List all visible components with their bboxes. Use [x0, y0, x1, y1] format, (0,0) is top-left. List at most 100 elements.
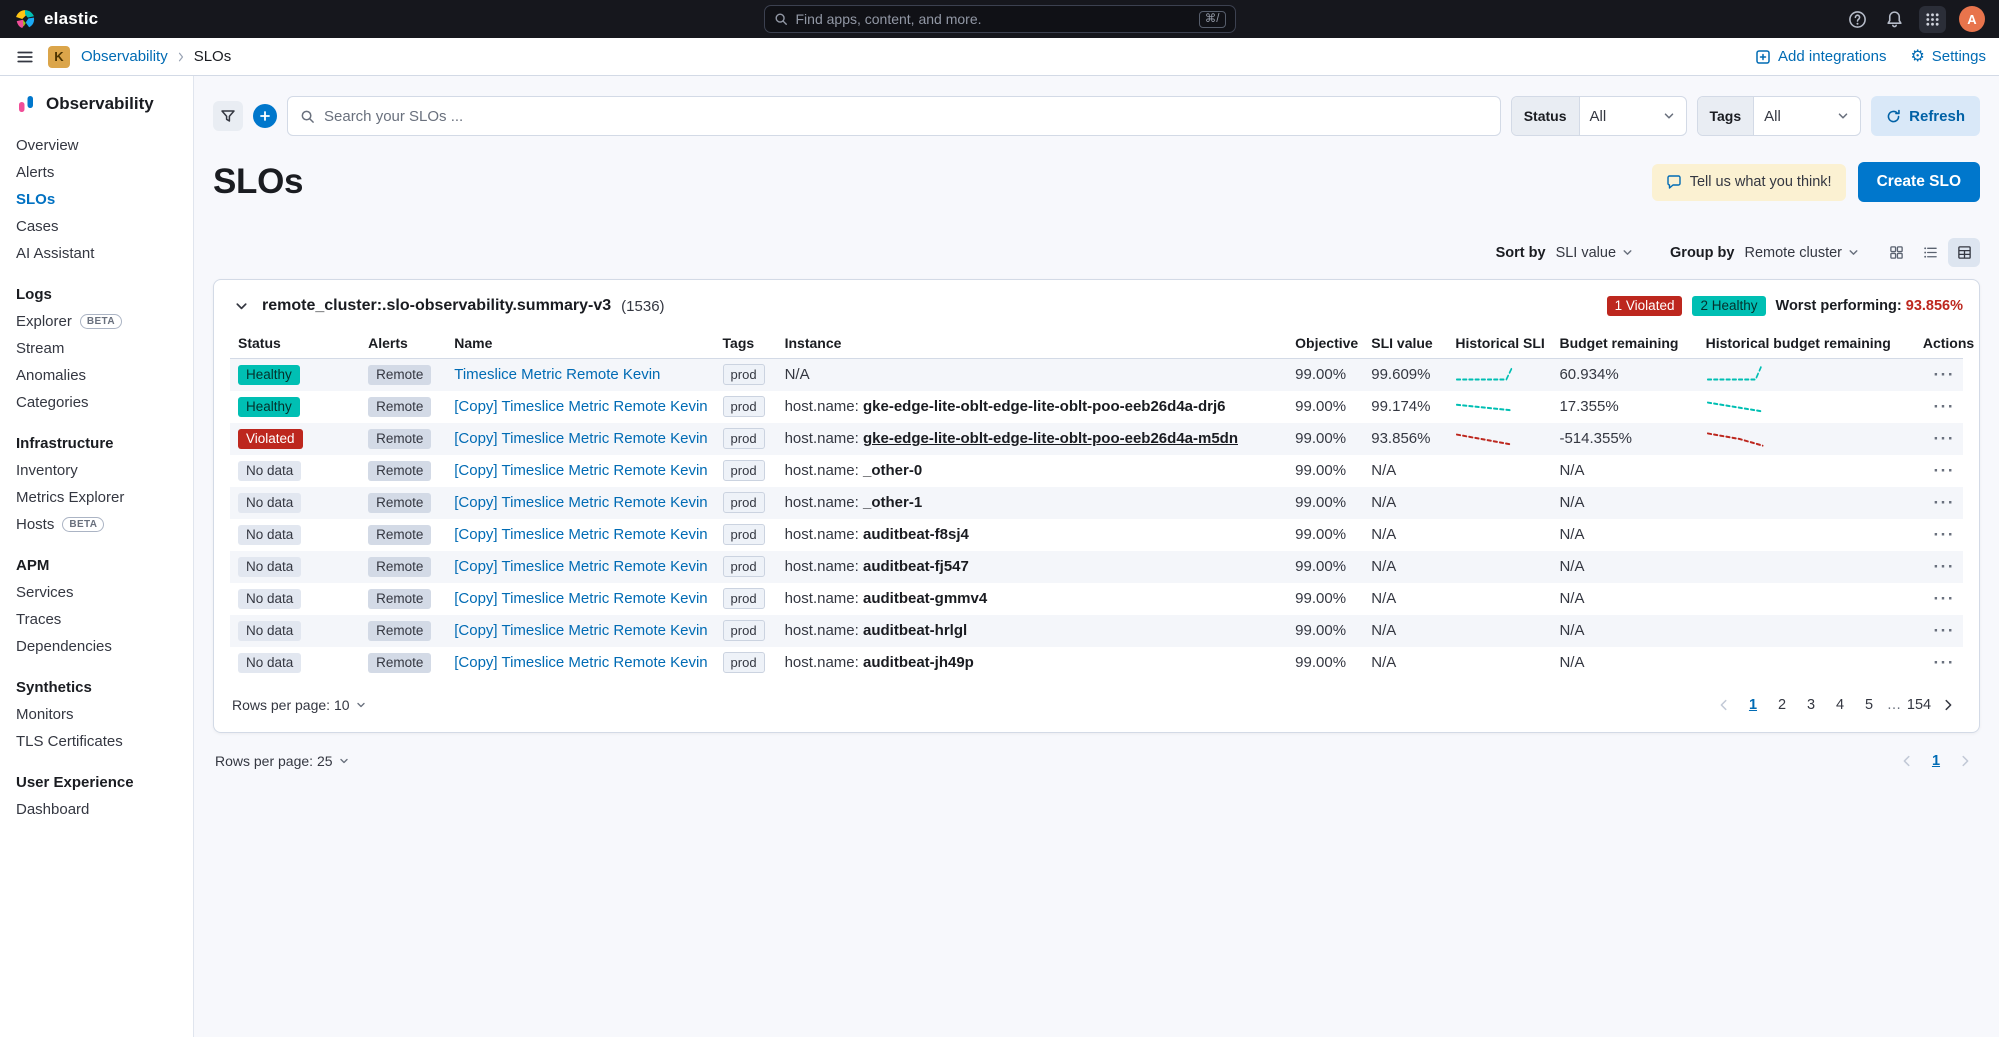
tag-badge[interactable]: prod	[723, 492, 765, 513]
tag-badge[interactable]: prod	[723, 588, 765, 609]
sidebar-item-metrics-explorer[interactable]: Metrics Explorer	[0, 484, 193, 511]
tag-badge[interactable]: prod	[723, 460, 765, 481]
tag-badge[interactable]: prod	[723, 556, 765, 577]
worst-performing-label: Worst performing:	[1776, 298, 1902, 314]
slo-name-link[interactable]: [Copy] Timeslice Metric Remote Kevin	[454, 590, 707, 607]
alerts-button[interactable]	[1882, 7, 1906, 31]
page-button-4[interactable]: 4	[1827, 692, 1853, 718]
tags-filter-select[interactable]: Tags All	[1697, 96, 1862, 136]
sidebar-item-hosts[interactable]: HostsBETA	[0, 511, 193, 538]
sidebar-item-label: Traces	[16, 609, 61, 630]
page-button-2[interactable]: 2	[1769, 692, 1795, 718]
page-button-154[interactable]: 154	[1906, 692, 1932, 718]
apps-menu-button[interactable]	[1919, 6, 1946, 33]
settings-link[interactable]: ⚙ Settings	[1910, 48, 1986, 65]
global-search[interactable]: ⌘/	[764, 5, 1236, 33]
group-next-page-button[interactable]	[1952, 748, 1978, 774]
list-view-button[interactable]	[1914, 238, 1946, 267]
row-actions-button[interactable]: ···	[1934, 462, 1955, 479]
slo-name-link[interactable]: [Copy] Timeslice Metric Remote Kevin	[454, 654, 707, 671]
group-collapse-button[interactable]	[230, 295, 252, 317]
tag-badge[interactable]: prod	[723, 364, 765, 385]
group-page-button-1[interactable]: 1	[1923, 748, 1949, 774]
slo-search-input[interactable]	[324, 108, 1488, 125]
tag-badge[interactable]: prod	[723, 428, 765, 449]
row-actions-button[interactable]: ···	[1934, 430, 1955, 447]
group-rows-per-page-select[interactable]: Rows per page: 25	[215, 753, 350, 769]
sort-by-select[interactable]: SLI value	[1556, 245, 1634, 261]
sidebar-item-inventory[interactable]: Inventory	[0, 457, 193, 484]
sidebar-item-categories[interactable]: Categories	[0, 389, 193, 416]
next-page-button[interactable]	[1935, 692, 1961, 718]
sidebar-item-ai-assistant[interactable]: AI Assistant	[0, 240, 193, 267]
sidebar-item-alerts[interactable]: Alerts	[0, 159, 193, 186]
row-actions-button[interactable]: ···	[1934, 526, 1955, 543]
sidebar-item-anomalies[interactable]: Anomalies	[0, 362, 193, 389]
sidebar-item-explorer[interactable]: ExplorerBETA	[0, 308, 193, 335]
group-by-select[interactable]: Remote cluster	[1744, 245, 1860, 261]
main-menu-button[interactable]	[13, 45, 37, 69]
status-filter-select[interactable]: Status All	[1511, 96, 1687, 136]
rows-per-page-select[interactable]: Rows per page: 10	[232, 697, 367, 713]
row-actions-button[interactable]: ···	[1934, 590, 1955, 607]
global-search-input[interactable]	[796, 11, 1191, 27]
slo-name-link[interactable]: [Copy] Timeslice Metric Remote Kevin	[454, 462, 707, 479]
sidebar-item-label: Dashboard	[16, 799, 89, 820]
tag-badge[interactable]: prod	[723, 620, 765, 641]
brand-name: elastic	[44, 9, 98, 29]
instance-value: N/A	[785, 366, 810, 383]
breadcrumb-observability[interactable]: Observability	[81, 48, 168, 65]
slo-name-link[interactable]: [Copy] Timeslice Metric Remote Kevin	[454, 494, 707, 511]
sidebar-item-tls-certificates[interactable]: TLS Certificates	[0, 728, 193, 755]
sidebar-section-apm: APM Services Traces Dependencies	[0, 555, 193, 660]
slo-name-link[interactable]: Timeslice Metric Remote Kevin	[454, 366, 660, 383]
slo-name-link[interactable]: [Copy] Timeslice Metric Remote Kevin	[454, 398, 707, 415]
add-filter-button[interactable]	[253, 104, 277, 128]
objective-value: 99.00%	[1287, 391, 1363, 423]
row-actions-button[interactable]: ···	[1934, 398, 1955, 415]
prev-page-button[interactable]	[1711, 692, 1737, 718]
table-row: No data Remote [Copy] Timeslice Metric R…	[230, 647, 1963, 679]
sidebar-item-dashboard[interactable]: Dashboard	[0, 796, 193, 823]
refresh-button[interactable]: Refresh	[1871, 96, 1980, 136]
sidebar-item-stream[interactable]: Stream	[0, 335, 193, 362]
tag-badge[interactable]: prod	[723, 396, 765, 417]
sidebar-item-dependencies[interactable]: Dependencies	[0, 633, 193, 660]
add-integrations-link[interactable]: Add integrations	[1755, 48, 1886, 65]
slo-name-link[interactable]: [Copy] Timeslice Metric Remote Kevin	[454, 526, 707, 543]
slo-name-link[interactable]: [Copy] Timeslice Metric Remote Kevin	[454, 558, 707, 575]
space-badge[interactable]: K	[48, 46, 70, 68]
sidebar-item-services[interactable]: Services	[0, 579, 193, 606]
tag-badge[interactable]: prod	[723, 524, 765, 545]
card-view-button[interactable]	[1880, 238, 1912, 267]
row-actions-button[interactable]: ···	[1934, 494, 1955, 511]
sidebar-item-overview[interactable]: Overview	[0, 132, 193, 159]
page-button-5[interactable]: 5	[1856, 692, 1882, 718]
sidebar-item-label: Monitors	[16, 704, 74, 725]
create-slo-button[interactable]: Create SLO	[1858, 162, 1980, 202]
slo-name-link[interactable]: [Copy] Timeslice Metric Remote Kevin	[454, 622, 707, 639]
tag-badge[interactable]: prod	[723, 652, 765, 673]
elastic-brand[interactable]: elastic	[14, 8, 98, 30]
sidebar-item-traces[interactable]: Traces	[0, 606, 193, 633]
feedback-button[interactable]: Tell us what you think!	[1652, 164, 1846, 201]
budget-remaining-value: N/A	[1551, 551, 1697, 583]
slo-search-field[interactable]	[287, 96, 1501, 136]
row-actions-button[interactable]: ···	[1934, 622, 1955, 639]
slo-name-link[interactable]: [Copy] Timeslice Metric Remote Kevin	[454, 430, 707, 447]
group-prev-page-button[interactable]	[1894, 748, 1920, 774]
row-actions-button[interactable]: ···	[1934, 654, 1955, 671]
sidebar-item-slos[interactable]: SLOs	[0, 186, 193, 213]
filter-toggle-button[interactable]	[213, 101, 243, 131]
sidebar-item-cases[interactable]: Cases	[0, 213, 193, 240]
sidebar-item-monitors[interactable]: Monitors	[0, 701, 193, 728]
page-button-1[interactable]: 1	[1740, 692, 1766, 718]
row-actions-button[interactable]: ···	[1934, 366, 1955, 383]
breadcrumb-separator-icon	[175, 51, 187, 63]
row-actions-button[interactable]: ···	[1934, 558, 1955, 575]
help-button[interactable]	[1845, 7, 1869, 31]
page-button-3[interactable]: 3	[1798, 692, 1824, 718]
table-view-button[interactable]	[1948, 238, 1980, 267]
user-avatar[interactable]: A	[1959, 6, 1985, 32]
historical-sli-cell	[1447, 391, 1551, 423]
